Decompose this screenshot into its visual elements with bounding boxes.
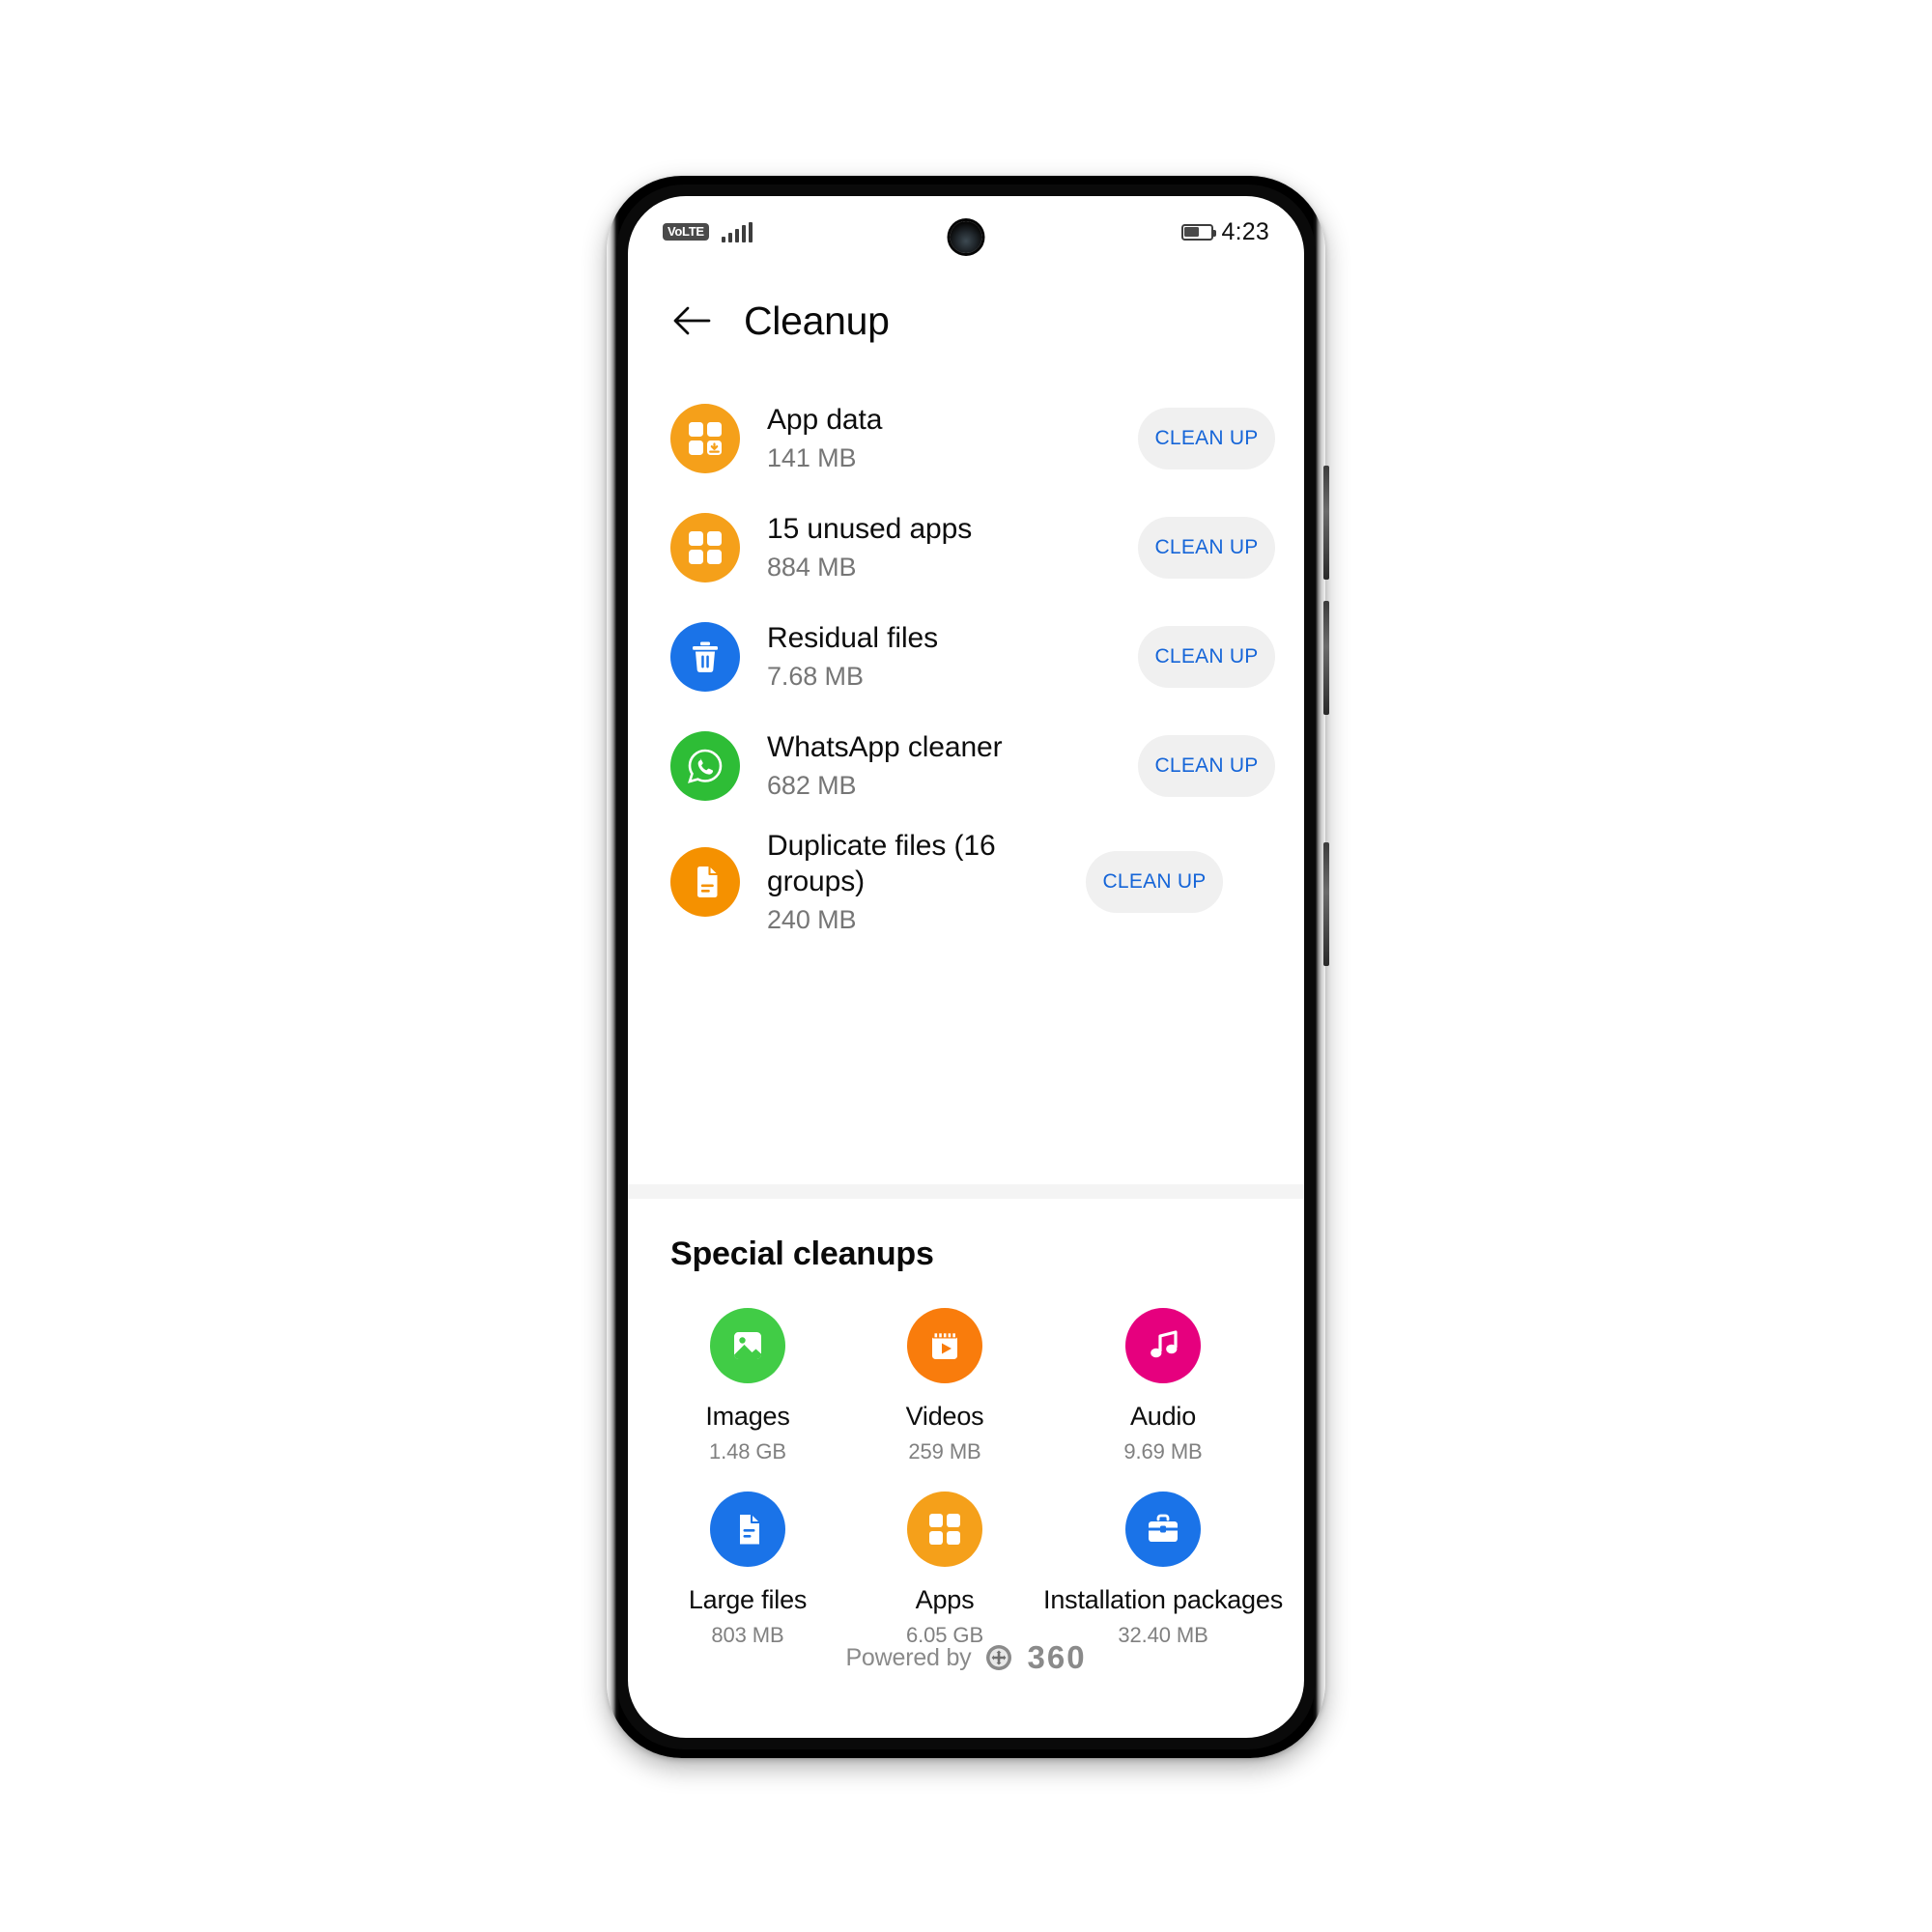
image-icon [710,1308,785,1383]
special-cleanups-section: Special cleanups Images 1.48 GB Videos 2… [628,1199,1304,1648]
clean-up-button[interactable]: CLEAN UP [1138,516,1275,579]
large-file-icon [710,1492,785,1567]
special-item-label: Apps [915,1585,975,1614]
section-divider [628,1184,1304,1199]
special-item-label: Audio [1129,1402,1197,1431]
special-item-label: Videos [905,1402,984,1431]
cleanup-row-title: Duplicate files (16 groups) [767,830,996,897]
signal-bars-icon [721,221,753,242]
brand-360-label: 360 [1027,1639,1087,1675]
cleanup-row-size: 884 MB [767,552,857,582]
battery-fill [1184,227,1200,237]
cleanup-row-unused-apps[interactable]: 15 unused apps 884 MB CLEAN UP [628,493,1304,602]
trash-icon [670,621,740,692]
volume-down-button[interactable] [1323,601,1329,715]
phone-frame: VoLTE 4:23 Cleanup App data 141 MB CLEAN… [607,176,1329,1758]
cleanup-row-size: 141 MB [767,442,857,472]
cleanup-row-text: 15 unused apps 884 MB [767,512,1138,582]
status-bar-right: 4:23 [1180,217,1269,246]
special-item-label: Large files [688,1585,808,1614]
clean-up-button[interactable]: CLEAN UP [1138,407,1275,469]
document-icon [670,847,740,917]
installation-package-icon [1125,1492,1202,1567]
special-item-label: Images [705,1402,790,1431]
cleanup-row-app-data[interactable]: App data 141 MB CLEAN UP [628,384,1304,493]
special-item-size: 1.48 GB [708,1439,787,1463]
special-item-videos[interactable]: Videos 259 MB [846,1308,1043,1464]
status-time: 4:23 [1221,217,1269,245]
powered-by-footer: Powered by 360 [628,1639,1304,1676]
front-camera-punch-hole [950,221,982,253]
cleanup-row-title: WhatsApp cleaner [767,731,1003,764]
special-item-size: 9.69 MB [1123,1439,1203,1463]
special-item-apps[interactable]: Apps 6.05 GB [846,1492,1043,1648]
special-item-installation-packages[interactable]: Installation packages 32.40 MB [1043,1492,1283,1648]
status-bar-left: VoLTE [663,221,753,242]
powered-by-label: Powered by [845,1643,972,1671]
special-cleanups-grid: Images 1.48 GB Videos 259 MB Audio 9.69 … [628,1273,1304,1648]
cleanup-row-text: WhatsApp cleaner 682 MB [767,730,1138,801]
app-data-icon [670,403,740,473]
apps-grid-icon [907,1492,983,1567]
volte-icon: VoLTE [663,223,709,241]
battery-icon [1180,223,1216,241]
special-item-large-files[interactable]: Large files 803 MB [649,1492,846,1648]
cleanup-row-text: Duplicate files (16 groups) 240 MB [767,829,1086,934]
video-icon [907,1308,983,1383]
cleanup-row-duplicate-files[interactable]: Duplicate files (16 groups) 240 MB CLEAN… [628,820,1304,944]
cleanup-row-title: 15 unused apps [767,513,973,546]
cleanup-row-whatsapp-cleaner[interactable]: WhatsApp cleaner 682 MB CLEAN UP [628,711,1304,820]
cleanup-row-size: 240 MB [767,904,857,934]
cleanup-row-size: 682 MB [767,770,857,800]
page-title: Cleanup [744,298,890,343]
power-button[interactable] [1323,842,1329,966]
cleanup-row-title: Residual files [767,622,939,655]
special-item-images[interactable]: Images 1.48 GB [649,1308,846,1464]
360-shield-icon [984,1643,1013,1672]
cleanup-row-text: App data 141 MB [767,403,1138,473]
phone-screen: VoLTE 4:23 Cleanup App data 141 MB CLEAN… [628,196,1304,1738]
special-cleanups-title: Special cleanups [670,1236,934,1272]
special-item-label: Installation packages [1043,1585,1283,1614]
apps-grid-icon [670,512,740,582]
clean-up-button[interactable]: CLEAN UP [1138,625,1275,688]
whatsapp-icon [670,730,740,801]
app-header: Cleanup [628,268,1304,374]
audio-note-icon [1125,1308,1202,1383]
volume-up-button[interactable] [1323,466,1329,580]
cleanup-row-title: App data [767,404,883,437]
cleanup-list: App data 141 MB CLEAN UP 15 unused apps [628,374,1304,944]
cleanup-row-residual-files[interactable]: Residual files 7.68 MB CLEAN UP [628,602,1304,711]
special-item-size: 259 MB [908,1439,981,1463]
clean-up-button[interactable]: CLEAN UP [1086,851,1223,913]
special-item-audio[interactable]: Audio 9.69 MB [1043,1308,1283,1464]
cleanup-row-size: 7.68 MB [767,661,864,691]
clean-up-button[interactable]: CLEAN UP [1138,734,1275,797]
back-arrow-icon[interactable] [670,301,713,340]
cleanup-row-text: Residual files 7.68 MB [767,621,1138,692]
